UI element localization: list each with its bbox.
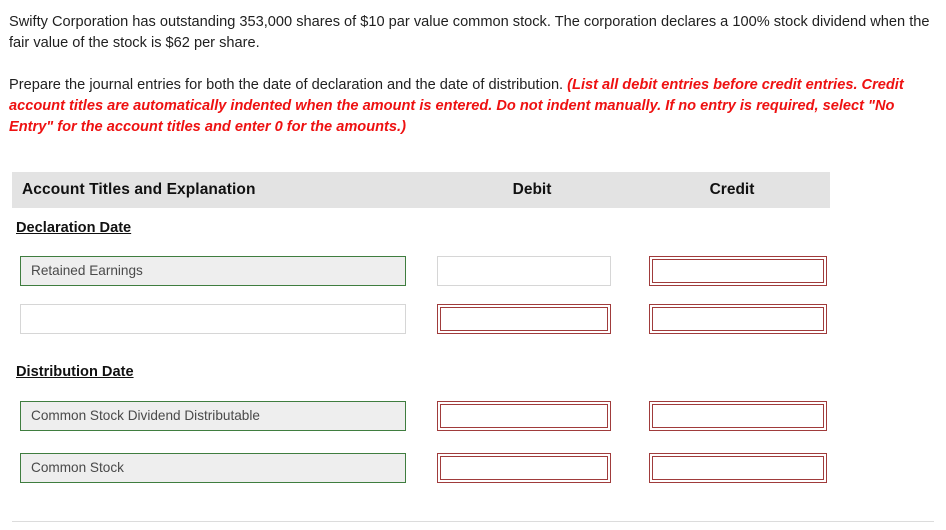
journal-row-distribution-2: Common Stock: [12, 453, 830, 483]
credit-amount-input-row4[interactable]: [649, 453, 827, 483]
account-title-value-row1: Retained Earnings: [31, 263, 143, 278]
inner-border-accent: [652, 456, 824, 480]
account-title-value-row3: Common Stock Dividend Distributable: [31, 408, 260, 423]
column-header-credit: Credit: [709, 181, 755, 198]
debit-amount-input-row2[interactable]: [437, 304, 611, 334]
content-divider: [12, 521, 934, 522]
inner-border-accent: [652, 259, 824, 283]
debit-amount-input-row3[interactable]: [437, 401, 611, 431]
inner-border-accent: [440, 307, 608, 331]
column-header-account: Account Titles and Explanation: [22, 181, 256, 198]
section-label-distribution-date: Distribution Date: [16, 364, 134, 380]
journal-row-declaration-2: [12, 304, 830, 334]
account-title-input-row4[interactable]: Common Stock: [20, 453, 406, 483]
credit-amount-input-row2[interactable]: [649, 304, 827, 334]
debit-amount-input-row1[interactable]: [437, 256, 611, 286]
problem-scenario-text: Swifty Corporation has outstanding 353,0…: [9, 14, 930, 51]
table-header-row: Account Titles and Explanation Debit Cre…: [12, 172, 830, 208]
debit-amount-input-row4[interactable]: [437, 453, 611, 483]
section-label-declaration-date: Declaration Date: [16, 220, 132, 236]
problem-statement: Swifty Corporation has outstanding 353,0…: [0, 0, 946, 138]
account-title-input-row3[interactable]: Common Stock Dividend Distributable: [20, 401, 406, 431]
account-title-value-row4: Common Stock: [31, 460, 124, 475]
inner-border-accent: [440, 404, 608, 428]
inner-border-accent: [652, 404, 824, 428]
journal-entry-table: Account Titles and Explanation Debit Cre…: [12, 172, 830, 483]
column-header-debit: Debit: [512, 181, 552, 198]
problem-instruction-text: Prepare the journal entries for both the…: [9, 75, 932, 138]
inner-border-accent: [440, 456, 608, 480]
journal-row-declaration-1: Retained Earnings: [12, 256, 830, 286]
credit-amount-input-row3[interactable]: [649, 401, 827, 431]
credit-amount-input-row1[interactable]: [649, 256, 827, 286]
account-title-input-row1[interactable]: Retained Earnings: [20, 256, 406, 286]
account-title-input-row2[interactable]: [20, 304, 406, 334]
inner-border-accent: [652, 307, 824, 331]
instruction-plain-part: Prepare the journal entries for both the…: [9, 77, 568, 93]
journal-row-distribution-1: Common Stock Dividend Distributable: [12, 401, 830, 431]
